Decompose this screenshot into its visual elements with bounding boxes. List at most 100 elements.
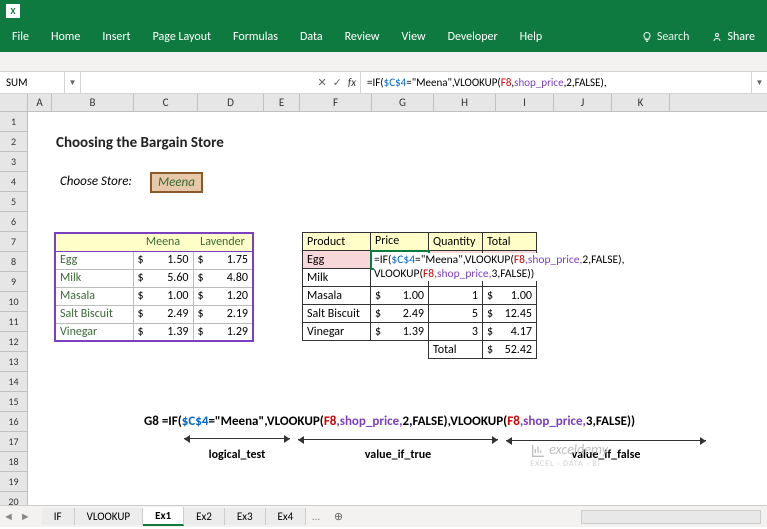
row-headers: 1 2 3 4 5 6 7 8 9 10 11 12 13 14 15 16 1… xyxy=(0,112,28,512)
th-product: Product xyxy=(303,233,371,251)
excel-icon: X xyxy=(6,4,20,18)
chart-icon xyxy=(530,443,546,459)
arrow-value-if-true xyxy=(298,439,498,440)
row-header[interactable]: 3 xyxy=(0,152,28,172)
column-headers: A B C D E F G H I J K xyxy=(0,94,767,112)
col-header[interactable]: K xyxy=(612,94,670,111)
sheet-tab[interactable]: VLOOKUP xyxy=(75,508,144,525)
th-price: Price xyxy=(371,233,429,251)
row-header[interactable]: 4 xyxy=(0,172,28,192)
formula-bar-row: SUM ▼ ✕ ✓ fx =IF($C$4="Meena",VLOOKUP(F8… xyxy=(0,72,767,94)
sheet-tabs: ◄ ► IF VLOOKUP Ex1 Ex2 Ex3 Ex4 … ⊕ xyxy=(0,505,767,527)
col-header[interactable]: F xyxy=(300,94,372,111)
choose-store-label: Choose Store: xyxy=(60,174,132,189)
row-header[interactable]: 6 xyxy=(0,212,28,232)
cancel-icon[interactable]: ✕ xyxy=(317,76,326,89)
lightbulb-icon xyxy=(641,31,653,43)
row-header[interactable]: 17 xyxy=(0,432,28,452)
worksheet-area[interactable]: Choosing the Bargain Store Choose Store:… xyxy=(28,112,728,507)
sheet-tab[interactable]: IF xyxy=(42,508,75,525)
th-qty: Quantity xyxy=(429,233,483,251)
title-bar: X xyxy=(0,0,767,22)
tab-formulas[interactable]: Formulas xyxy=(233,30,278,44)
tab-developer[interactable]: Developer xyxy=(448,30,498,44)
search-box[interactable]: Search xyxy=(641,30,690,44)
row-header[interactable]: 18 xyxy=(0,452,28,472)
order-table: ProductPriceQuantityTotal Egg Milk Masal… xyxy=(302,232,537,359)
select-all-corner[interactable] xyxy=(0,94,28,111)
col-header[interactable]: H xyxy=(434,94,496,111)
col-header[interactable]: G xyxy=(372,94,434,111)
col-header[interactable]: I xyxy=(496,94,554,111)
ribbon-tabs: File Home Insert Page Layout Formulas Da… xyxy=(0,22,767,52)
search-label: Search xyxy=(657,30,690,44)
tab-help[interactable]: Help xyxy=(520,30,543,44)
table-row: Salt Biscuit$2.49$2.19 xyxy=(55,305,253,323)
tab-nav-prev[interactable]: ◄ xyxy=(0,510,17,523)
row-header[interactable]: 1 xyxy=(0,112,28,132)
row-header[interactable]: 10 xyxy=(0,292,28,312)
formula-explanation: G8 =IF($C$4="Meena",VLOOKUP(F8,shop_pric… xyxy=(144,414,635,429)
choose-store-value[interactable]: Meena xyxy=(150,172,203,193)
fx-icon[interactable]: fx xyxy=(348,76,356,89)
col-meena: Meena xyxy=(133,233,193,251)
tab-page-layout[interactable]: Page Layout xyxy=(153,30,211,44)
share-label: Share xyxy=(727,30,755,44)
col-header[interactable]: J xyxy=(554,94,612,111)
formula-bar-input[interactable]: =IF($C$4="Meena",VLOOKUP(F8,shop_price,2… xyxy=(361,72,751,93)
col-header[interactable]: E xyxy=(264,94,300,111)
table-row: Vinegar$1.393$4.17 xyxy=(303,323,537,341)
row-header[interactable]: 12 xyxy=(0,332,28,352)
tab-nav-next[interactable]: ► xyxy=(17,510,34,523)
row-header[interactable]: 14 xyxy=(0,372,28,392)
enter-icon[interactable]: ✓ xyxy=(333,76,342,89)
name-box-dropdown[interactable]: ▼ xyxy=(65,72,81,93)
share-icon xyxy=(711,31,723,43)
col-header[interactable]: C xyxy=(134,94,198,111)
formula-expand[interactable]: ▼ xyxy=(751,72,767,93)
sheet-tab[interactable]: Ex4 xyxy=(266,508,307,525)
tab-view[interactable]: View xyxy=(402,30,426,44)
row-header[interactable]: 13 xyxy=(0,352,28,372)
formula-controls: ✕ ✓ fx xyxy=(81,72,361,93)
share-button[interactable]: Share xyxy=(711,30,755,44)
arrow-logical-test xyxy=(184,438,290,439)
tab-insert[interactable]: Insert xyxy=(102,30,130,44)
watermark: exceldemy EXCEL · DATA · BI xyxy=(530,441,608,469)
row-header[interactable]: 7 xyxy=(0,232,28,252)
tab-home[interactable]: Home xyxy=(51,30,80,44)
table-row: Milk$5.60$4.80 xyxy=(55,269,253,287)
table-row: Masala$1.00$1.20 xyxy=(55,287,253,305)
formula-tooltip: =IF($C$4="Meena",VLOOKUP(F8,shop_price,2… xyxy=(374,253,624,281)
row-header[interactable]: 8 xyxy=(0,252,28,272)
row-header[interactable]: 2 xyxy=(0,132,28,152)
col-header[interactable]: A xyxy=(28,94,52,111)
page-title: Choosing the Bargain Store xyxy=(56,134,224,152)
col-header[interactable]: D xyxy=(198,94,264,111)
sheet-tab[interactable]: Ex3 xyxy=(225,508,266,525)
th-total: Total xyxy=(483,233,537,251)
label-logical-test: logical_test xyxy=(184,448,290,462)
sheet-tab[interactable]: Ex2 xyxy=(184,508,225,525)
tab-review[interactable]: Review xyxy=(345,30,380,44)
col-lavender: Lavender xyxy=(193,233,253,251)
table-row-total: Total$52.42 xyxy=(303,341,537,359)
row-header[interactable]: 5 xyxy=(0,192,28,212)
col-header[interactable]: B xyxy=(52,94,134,111)
row-header[interactable]: 16 xyxy=(0,412,28,432)
row-header[interactable]: 19 xyxy=(0,472,28,492)
row-header[interactable]: 11 xyxy=(0,312,28,332)
tab-file[interactable]: File xyxy=(12,30,29,44)
row-header[interactable]: 15 xyxy=(0,392,28,412)
table-row: Salt Biscuit$2.495$12.45 xyxy=(303,305,537,323)
add-sheet-button[interactable]: ⊕ xyxy=(326,510,351,523)
name-box[interactable]: SUM xyxy=(0,72,65,93)
sheet-tab-active[interactable]: Ex1 xyxy=(143,507,184,526)
price-comparison-table: MeenaLavender Egg$1.50$1.75 Milk$5.60$4.… xyxy=(54,232,254,342)
row-header[interactable]: 9 xyxy=(0,272,28,292)
tab-data[interactable]: Data xyxy=(300,30,323,44)
table-row: Egg$1.50$1.75 xyxy=(55,251,253,269)
horizontal-scrollbar[interactable] xyxy=(581,510,761,524)
table-row: Vinegar$1.39$1.29 xyxy=(55,323,253,341)
table-row: Masala$1.001$1.00 xyxy=(303,287,537,305)
